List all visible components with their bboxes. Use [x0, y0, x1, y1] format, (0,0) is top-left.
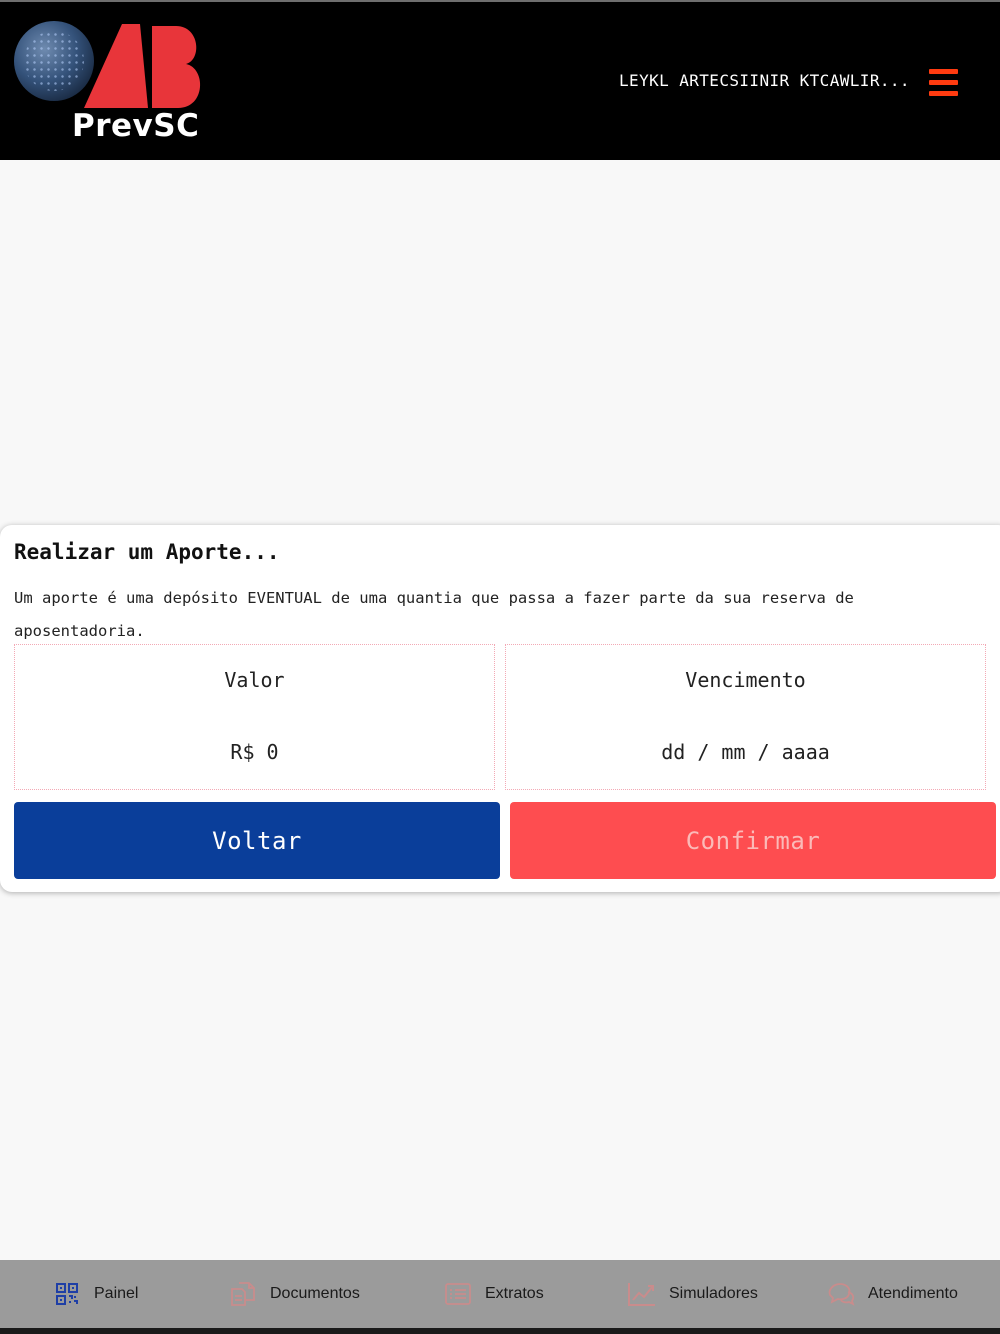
nav-item-documentos[interactable]: Documentos [228, 1260, 360, 1328]
hamburger-icon[interactable] [929, 69, 959, 97]
nav-label-extratos: Extratos [485, 1285, 544, 1302]
bottom-navigation: Painel Documentos Extratos Simuladores A… [0, 1260, 1000, 1328]
nav-item-extratos[interactable]: Extratos [443, 1260, 544, 1328]
logo-text: PrevSC [72, 108, 200, 144]
vencimento-field: Vencimento [505, 644, 986, 790]
user-name[interactable]: LEYKL ARTECSIINIR KTCAWLIR... [619, 71, 910, 90]
valor-input[interactable] [25, 737, 484, 767]
ab-logo-mark [84, 24, 201, 108]
vencimento-label: Vencimento [685, 668, 806, 692]
aporte-title: Realizar um Aporte... [14, 540, 280, 564]
valor-field: Valor [14, 644, 495, 790]
chat-bubbles-icon [826, 1279, 856, 1309]
nav-label-simuladores: Simuladores [669, 1285, 758, 1302]
nav-label-documentos: Documentos [270, 1285, 360, 1302]
valor-label: Valor [224, 668, 285, 692]
qr-code-icon [52, 1279, 82, 1309]
nav-item-simuladores[interactable]: Simuladores [627, 1260, 758, 1328]
confirmar-button[interactable]: Confirmar [510, 802, 996, 879]
bottom-border [0, 1328, 1000, 1334]
documents-icon [228, 1279, 258, 1309]
nav-item-atendimento[interactable]: Atendimento [826, 1260, 958, 1328]
oab-prevsc-logo[interactable]: PrevSC [12, 16, 212, 148]
nav-label-atendimento: Atendimento [868, 1285, 958, 1302]
app-header: PrevSC LEYKL ARTECSIINIR KTCAWLIR... [0, 2, 1000, 160]
chart-line-icon [627, 1279, 657, 1309]
aporte-card: Realizar um Aporte... Um aporte é uma de… [0, 525, 1000, 892]
voltar-button[interactable]: Voltar [14, 802, 500, 879]
nav-label-painel: Painel [94, 1285, 139, 1302]
nav-item-painel[interactable]: Painel [52, 1260, 138, 1328]
aporte-description: Um aporte é uma depósito EVENTUAL de uma… [14, 589, 854, 640]
main-content: Realizar um Aporte... Um aporte é uma de… [0, 160, 1000, 1260]
list-icon [443, 1279, 473, 1309]
vencimento-input[interactable] [516, 737, 975, 767]
